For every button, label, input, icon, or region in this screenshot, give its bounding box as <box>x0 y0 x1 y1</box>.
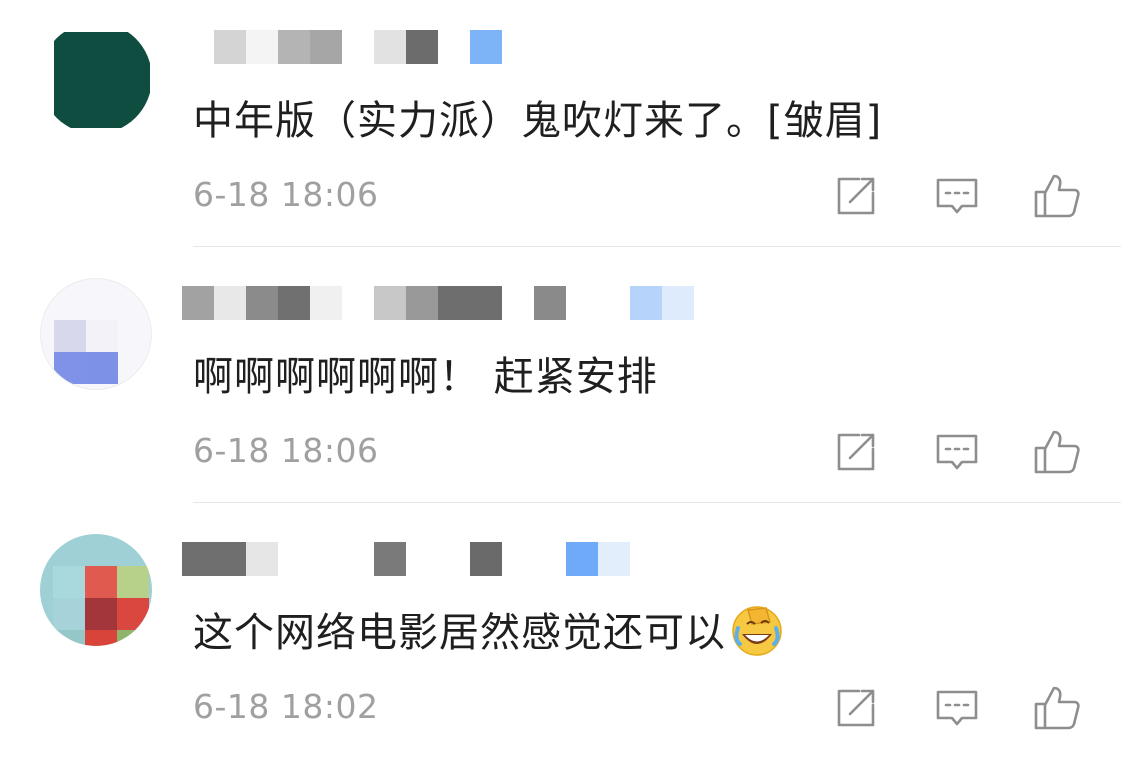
comment-item: 中年版（实力派）鬼吹灯来了。[皱眉] 6-18 18:06 <box>0 0 1121 256</box>
comment-text: 这个网络电影居然感觉还可以 <box>193 605 784 662</box>
comment-icon <box>936 434 978 470</box>
comment-text: 啊啊啊啊啊啊！ 赶紧安排 <box>193 354 658 400</box>
like-button[interactable] <box>1033 684 1081 732</box>
username-blurred[interactable] <box>182 30 722 64</box>
avatar[interactable] <box>40 22 152 134</box>
comment-item: 啊啊啊啊啊啊！ 赶紧安排 6-18 18:06 <box>0 256 1121 512</box>
reply-button[interactable] <box>933 684 981 732</box>
comment-icon <box>936 178 978 214</box>
username-blurred[interactable] <box>182 542 722 576</box>
divider <box>193 502 1121 503</box>
like-button[interactable] <box>1033 172 1081 220</box>
avatar[interactable] <box>40 534 152 646</box>
edit-button[interactable] <box>832 428 880 476</box>
edit-icon <box>837 689 875 727</box>
thumbs-up-icon <box>1034 430 1080 474</box>
comment-icon <box>936 690 978 726</box>
comment-timestamp: 6-18 18:06 <box>193 431 379 470</box>
username-blurred[interactable] <box>182 286 722 320</box>
reply-button[interactable] <box>933 172 981 220</box>
comment-timestamp: 6-18 18:06 <box>193 175 379 214</box>
comment-text: 中年版（实力派）鬼吹灯来了。[皱眉] <box>193 98 883 144</box>
edit-button[interactable] <box>832 172 880 220</box>
like-button[interactable] <box>1033 428 1081 476</box>
thumbs-up-icon <box>1034 174 1080 218</box>
divider <box>193 246 1121 247</box>
edit-button[interactable] <box>832 684 880 732</box>
avatar[interactable] <box>40 278 152 390</box>
thumbs-up-icon <box>1034 686 1080 730</box>
edit-icon <box>837 177 875 215</box>
edit-icon <box>837 433 875 471</box>
comment-timestamp: 6-18 18:02 <box>193 687 379 726</box>
comment-item: 这个网络电影居然感觉还可以 6-18 18:02 <box>0 512 1121 768</box>
facepalm-laugh-emoji-icon <box>730 604 784 658</box>
reply-button[interactable] <box>933 428 981 476</box>
comment-text-content: 这个网络电影居然感觉还可以 <box>193 610 726 656</box>
